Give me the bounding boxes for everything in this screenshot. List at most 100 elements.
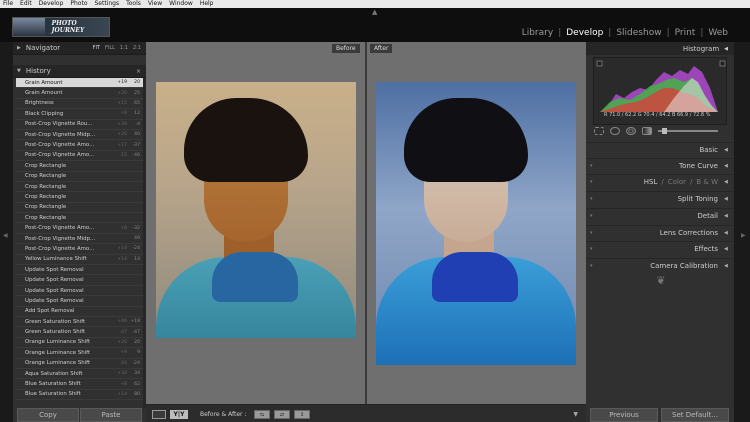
history-item[interactable]: Black Clipping +8 12 — [16, 109, 143, 120]
history-item[interactable]: Post-Crop Vignette Rou... +30 -4 — [16, 120, 143, 130]
history-item[interactable]: Update Spot Removal — [16, 296, 143, 307]
history-item-delta: -24 — [119, 360, 127, 366]
history-item[interactable]: Blue Saturation Shift +14 80 — [16, 390, 143, 401]
history-item[interactable]: Crop Rectangle — [16, 182, 143, 193]
history-item[interactable]: Crop Rectangle — [16, 172, 143, 182]
spot-removal-icon[interactable] — [610, 127, 620, 135]
effects-section[interactable]: ▾ Effects ◀ — [586, 241, 734, 256]
before-after-view-button[interactable]: Y|Y — [170, 410, 188, 419]
navigator-header[interactable]: ▶ Navigator FIT FILL 1:1 2:1 — [13, 42, 146, 55]
previous-button[interactable]: Previous — [590, 408, 658, 422]
graduated-filter-icon[interactable] — [642, 127, 652, 135]
history-item[interactable]: Green Saturation Shift -47 -47 — [16, 327, 143, 338]
history-item-label: Update Spot Removal — [25, 266, 84, 273]
menu-edit[interactable]: Edit — [20, 0, 32, 8]
history-item[interactable]: Yellow Luminance Shift +14 14 — [16, 255, 143, 266]
history-item-value: 20 — [134, 339, 140, 345]
identity-plate-logo: PHOTO JOURNEY — [12, 17, 110, 37]
left-panel-toggle-icon[interactable]: ◀ — [3, 232, 8, 239]
module-library[interactable]: Library — [518, 28, 557, 38]
module-web[interactable]: Web — [704, 28, 732, 38]
before-photo[interactable] — [156, 82, 356, 338]
module-develop[interactable]: Develop — [562, 28, 607, 38]
history-item[interactable]: Post-Crop Vignette Midp... 49 — [16, 234, 143, 245]
after-photo[interactable] — [376, 82, 576, 365]
history-item-label: Update Spot Removal — [25, 297, 84, 304]
history-item[interactable]: Green Saturation Shift +46 +18 — [16, 317, 143, 328]
bw-tab[interactable]: B & W — [696, 178, 718, 186]
menu-file[interactable]: File — [3, 0, 13, 8]
paste-button[interactable]: Paste — [80, 408, 142, 422]
history-item[interactable]: Update Spot Removal — [16, 286, 143, 297]
right-panel-toggle-icon[interactable]: ▶ — [741, 232, 746, 239]
menu-window[interactable]: Window — [169, 0, 193, 8]
camera-calibration-section[interactable]: ▾ Camera Calibration ◀ — [586, 258, 734, 273]
menu-bar: File Edit Develop Photo Settings Tools V… — [0, 0, 750, 8]
toolbar-menu-chevron-icon[interactable]: ▼ — [573, 411, 578, 418]
clear-history-icon[interactable]: × — [136, 68, 146, 75]
history-item[interactable]: Crop Rectangle — [16, 192, 143, 203]
menu-photo[interactable]: Photo — [70, 0, 87, 8]
copy-after-to-before-icon[interactable]: ⇄ — [274, 410, 290, 419]
history-header[interactable]: ▼ History × — [13, 65, 146, 78]
navigator-zoom-options: FIT FILL 1:1 2:1 — [93, 45, 146, 51]
adjustment-brush-slider[interactable] — [658, 128, 718, 134]
history-item[interactable]: Post-Crop Vignette Amo... +14 -24 — [16, 244, 143, 255]
basic-section[interactable]: Basic ◀ — [586, 142, 734, 157]
module-print[interactable]: Print — [671, 28, 700, 38]
history-item-delta: +19 — [117, 80, 127, 86]
history-item[interactable]: Update Spot Removal — [16, 265, 143, 276]
menu-help[interactable]: Help — [200, 0, 214, 8]
photo-collar — [212, 252, 298, 302]
menu-settings[interactable]: Settings — [95, 0, 120, 8]
history-item[interactable]: Blue Saturation Shift +8 62 — [16, 379, 143, 390]
zoom-2-1[interactable]: 2:1 — [133, 45, 141, 51]
zoom-fit[interactable]: FIT — [93, 45, 100, 51]
zoom-fill[interactable]: FILL — [105, 45, 115, 51]
crop-tool-icon[interactable] — [594, 127, 604, 135]
history-item[interactable]: Crop Rectangle — [16, 213, 143, 224]
red-eye-icon[interactable] — [626, 127, 636, 135]
hsl-section[interactable]: ▾ HSL / Color / B & W ◀ — [586, 174, 734, 189]
history-item[interactable]: Orange Luminance Shift +9 9 — [16, 348, 143, 359]
menu-view[interactable]: View — [148, 0, 162, 8]
history-item-delta: +8 — [120, 225, 127, 231]
top-panel-toggle-icon[interactable]: ▲ — [372, 8, 377, 16]
color-tab[interactable]: Color — [668, 178, 686, 186]
menu-tools[interactable]: Tools — [126, 0, 141, 8]
lens-corrections-section[interactable]: ▾ Lens Corrections ◀ — [586, 225, 734, 240]
history-item[interactable]: Post-Crop Vignette Midp... +20 40 — [16, 130, 143, 141]
copy-before-to-after-icon[interactable]: ⇆ — [254, 410, 270, 419]
history-item-value: 14 — [134, 256, 140, 262]
history-item[interactable]: Brightness +15 65 — [16, 99, 143, 110]
module-slideshow[interactable]: Slideshow — [612, 28, 665, 38]
history-item[interactable]: Update Spot Removal — [16, 275, 143, 286]
history-item[interactable]: Orange Luminance Shift +20 20 — [16, 338, 143, 349]
history-item[interactable]: Crop Rectangle — [16, 203, 143, 214]
history-item-label: Post-Crop Vignette Midp... — [25, 235, 96, 242]
menu-develop[interactable]: Develop — [39, 0, 64, 8]
history-item[interactable]: Aqua Saturation Shift +34 34 — [16, 369, 143, 380]
zoom-1-1[interactable]: 1:1 — [120, 45, 128, 51]
detail-section[interactable]: ▾ Detail ◀ — [586, 208, 734, 223]
history-item[interactable]: Add Spot Removal — [16, 307, 143, 317]
tone-curve-section[interactable]: ▾ Tone Curve ◀ — [586, 158, 734, 173]
history-item[interactable]: Post-Crop Vignette Amo... -15 -46 — [16, 151, 143, 162]
history-item[interactable]: Crop Rectangle — [16, 161, 143, 172]
swap-before-after-icon[interactable]: ↕ — [294, 410, 310, 419]
history-item[interactable]: Grain Amount +19 20 — [16, 78, 143, 89]
histogram-header[interactable]: Histogram ◀ — [586, 42, 734, 55]
set-default-button[interactable]: Set Default... — [661, 408, 729, 422]
split-toning-section[interactable]: ▾ Split Toning ◀ — [586, 191, 734, 206]
hsl-tab[interactable]: HSL — [644, 178, 658, 186]
history-item-value: 34 — [134, 371, 140, 377]
history-item-value: -24 — [132, 360, 140, 366]
history-item[interactable]: Orange Luminance Shift -24 -24 — [16, 359, 143, 369]
loupe-view-icon[interactable] — [152, 410, 166, 419]
copy-button[interactable]: Copy — [17, 408, 79, 422]
history-item-label: Add Spot Removal — [25, 308, 75, 315]
history-item[interactable]: Post-Crop Vignette Amo... +17 -37 — [16, 140, 143, 151]
history-item[interactable]: Grain Amount +20 25 — [16, 88, 143, 99]
history-item-label: Green Saturation Shift — [25, 329, 86, 336]
history-item[interactable]: Post-Crop Vignette Amo... +8 -32 — [16, 223, 143, 234]
